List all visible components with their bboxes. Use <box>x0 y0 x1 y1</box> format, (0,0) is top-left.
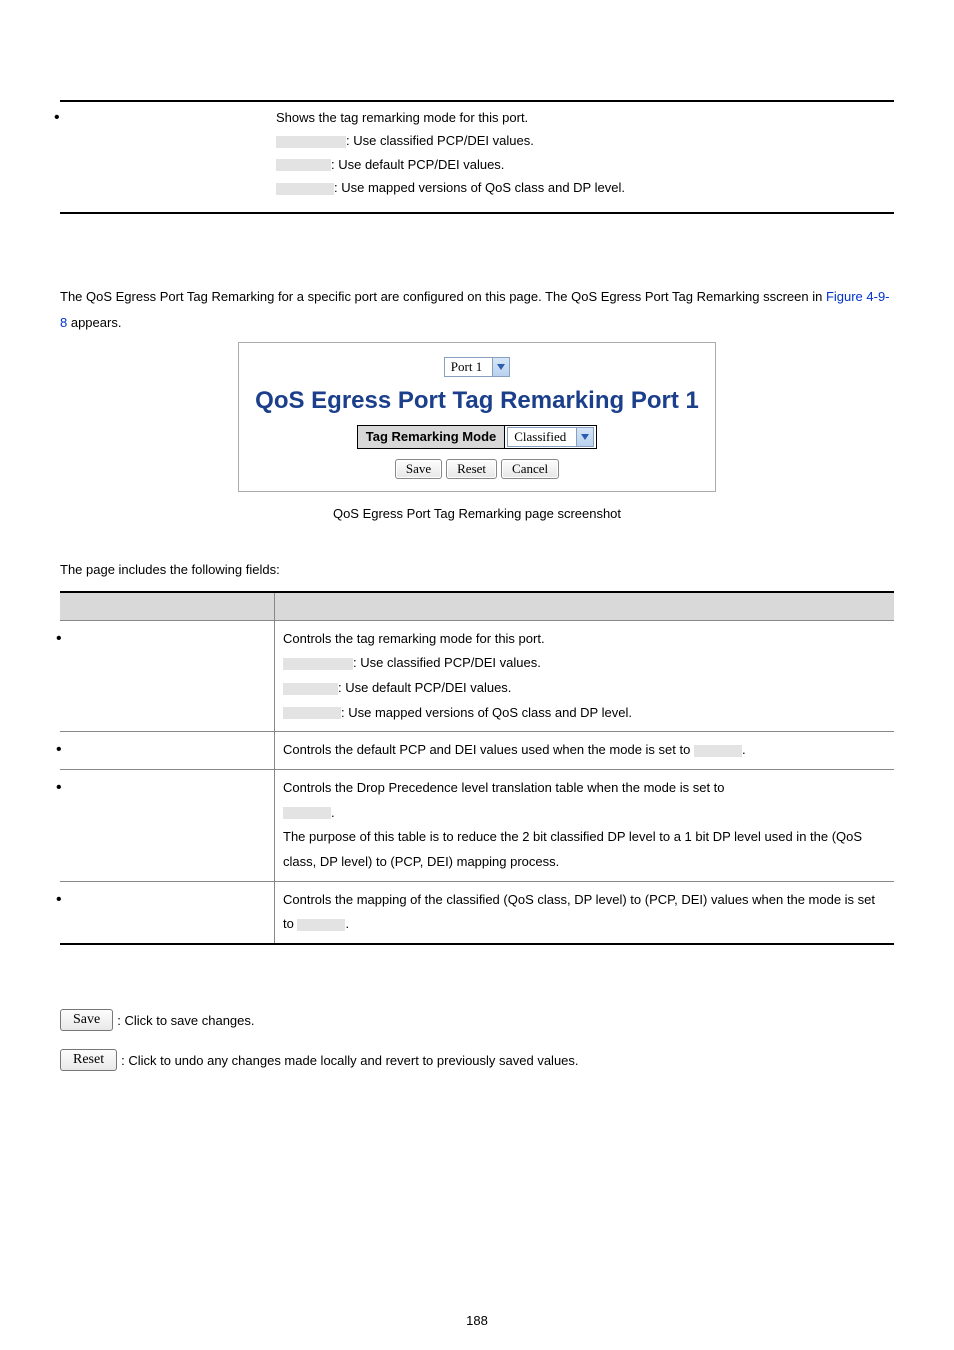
table-row: Controls the tag remarking mode for this… <box>60 620 894 732</box>
save-button[interactable]: Save <box>395 459 442 479</box>
grey-placeholder <box>276 159 331 171</box>
intro-paragraph: The QoS Egress Port Tag Remarking for a … <box>60 284 894 336</box>
table1-line3: : Use mapped versions of QoS class and D… <box>276 176 888 199</box>
r3-l2: The purpose of this table is to reduce t… <box>283 825 886 874</box>
save-instruction: Save : Click to save changes. <box>60 1009 894 1031</box>
fields-table: Controls the tag remarking mode for this… <box>60 591 894 946</box>
table-row: Controls the Drop Precedence level trans… <box>60 770 894 882</box>
r4: Controls the mapping of the classified (… <box>283 888 886 937</box>
table1-object-cell <box>60 101 270 204</box>
grey-placeholder <box>276 136 346 148</box>
fields-intro: The page includes the following fields: <box>60 557 894 583</box>
chevron-down-icon[interactable] <box>577 427 594 447</box>
figure-caption: QoS Egress Port Tag Remarking page scree… <box>60 506 894 521</box>
grey-placeholder <box>276 183 334 195</box>
r3-l1-end: . <box>331 805 335 820</box>
grey-placeholder <box>283 683 338 695</box>
cancel-button[interactable]: Cancel <box>501 459 559 479</box>
table1-line1: : Use classified PCP/DEI values. <box>276 129 888 152</box>
page-number: 188 <box>0 1313 954 1328</box>
table-row: Controls the default PCP and DEI values … <box>60 732 894 770</box>
mode-description-table: Shows the tag remarking mode for this po… <box>60 100 894 214</box>
table-row: Controls the mapping of the classified (… <box>60 881 894 944</box>
table1-description-cell: Shows the tag remarking mode for this po… <box>270 101 894 204</box>
grey-placeholder <box>283 707 341 719</box>
grey-placeholder <box>694 745 742 757</box>
r3-l1: Controls the Drop Precedence level trans… <box>283 776 886 801</box>
r1-intro: Controls the tag remarking mode for this… <box>283 627 886 652</box>
reset-button-image: Reset <box>60 1049 117 1071</box>
r2: Controls the default PCP and DEI values … <box>283 738 886 763</box>
r1-l1: : Use classified PCP/DEI values. <box>283 651 886 676</box>
grey-placeholder <box>283 658 353 670</box>
qos-remarking-screenshot: Port 1 QoS Egress Port Tag Remarking Por… <box>238 342 716 492</box>
save-button-image: Save <box>60 1009 113 1031</box>
table1-line2: : Use default PCP/DEI values. <box>276 153 888 176</box>
table1-intro: Shows the tag remarking mode for this po… <box>276 106 888 129</box>
grey-placeholder <box>283 807 331 819</box>
r1-l2: : Use default PCP/DEI values. <box>283 676 886 701</box>
r1-l3: : Use mapped versions of QoS class and D… <box>283 701 886 726</box>
col-description <box>275 592 895 621</box>
mode-select[interactable]: Classified <box>507 427 577 447</box>
grey-placeholder <box>297 919 345 931</box>
save-text: : Click to save changes. <box>117 1013 254 1028</box>
reset-button[interactable]: Reset <box>446 459 497 479</box>
tag-remarking-mode-table: Tag Remarking Mode Classified <box>357 425 598 449</box>
col-object <box>60 592 275 621</box>
mode-label: Tag Remarking Mode <box>357 425 505 448</box>
port-select[interactable]: Port 1 <box>444 357 493 377</box>
reset-text: : Click to undo any changes made locally… <box>121 1053 578 1068</box>
chevron-down-icon[interactable] <box>493 357 510 377</box>
reset-instruction: Reset : Click to undo any changes made l… <box>60 1049 894 1071</box>
screenshot-title: QoS Egress Port Tag Remarking Port 1 <box>251 387 703 415</box>
